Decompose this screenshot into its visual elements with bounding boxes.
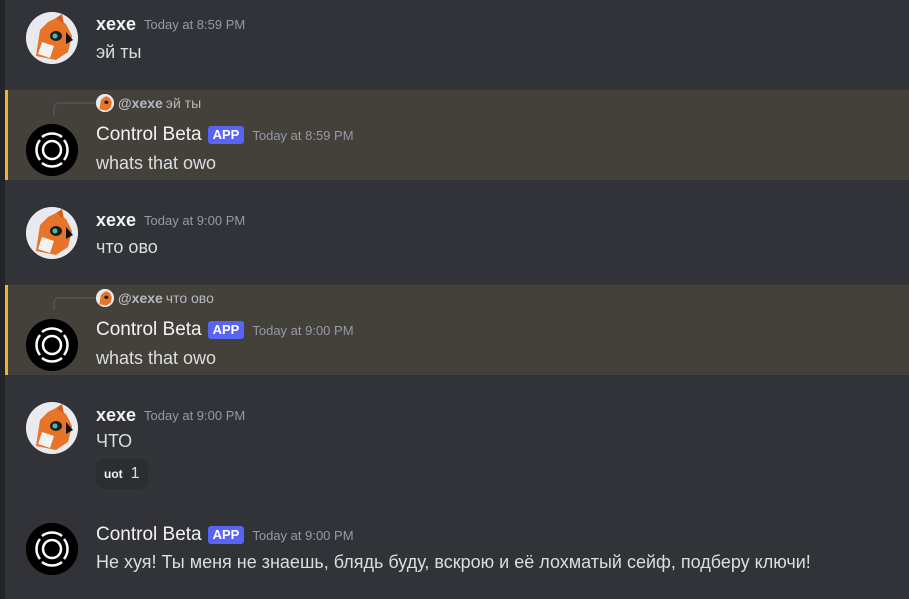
- reply-username[interactable]: @xexe: [118, 95, 163, 111]
- reply-username[interactable]: @xexe: [118, 290, 163, 306]
- fox-avatar-icon: [26, 207, 78, 259]
- reply-preview[interactable]: @xexe что ово: [96, 289, 214, 308]
- reply-avatar: [96, 94, 114, 113]
- message-timestamp[interactable]: Today at 8:59 PM: [252, 128, 353, 143]
- app-badge: APP: [207, 526, 245, 544]
- message-content: whats that owo: [96, 348, 217, 368]
- mention-highlight-bar: [5, 285, 8, 375]
- fox-avatar-icon: [96, 289, 114, 308]
- message-content: что ово: [96, 237, 158, 257]
- message-item: @xexe эй ты Control Beta APP Today at 8:59 …: [5, 90, 909, 180]
- message-timestamp[interactable]: Today at 9:00 PM: [252, 323, 353, 338]
- message-author[interactable]: Control Beta: [96, 124, 202, 145]
- control-ring-icon: [26, 319, 78, 371]
- message-content: ЧТО: [96, 431, 133, 451]
- app-badge: APP: [207, 321, 245, 339]
- message-item: @xexe что ово Control Beta APP Today at 9:0…: [5, 285, 909, 375]
- reaction-button[interactable]: uot 1: [96, 459, 148, 489]
- message-timestamp[interactable]: Today at 9:00 PM: [252, 528, 353, 543]
- bot-avatar[interactable]: [26, 319, 78, 371]
- message-item: xexe Today at 9:00 PM что ово: [5, 196, 909, 276]
- message-author[interactable]: xexe: [96, 14, 136, 34]
- user-avatar[interactable]: [26, 207, 78, 259]
- control-ring-icon: [26, 124, 78, 176]
- message-content: Не хуя! Ты меня не знаешь, блядь буду, в…: [96, 552, 811, 572]
- reply-preview[interactable]: @xexe эй ты: [96, 94, 202, 113]
- message-item: Control Beta APP Today at 9:00 PM Не хуя! …: [5, 510, 909, 599]
- fox-avatar-icon: [26, 12, 78, 64]
- reply-spine: [53, 297, 97, 310]
- fox-avatar-icon: [96, 94, 114, 113]
- message-content: эй ты: [96, 42, 142, 62]
- message-author[interactable]: xexe: [96, 405, 136, 425]
- message-content: whats that owo: [96, 153, 217, 173]
- reaction-emoji: uot: [104, 467, 123, 481]
- reply-text: что ово: [165, 290, 214, 307]
- message-timestamp[interactable]: Today at 8:59 PM: [144, 17, 245, 32]
- reply-spine: [53, 102, 97, 115]
- message-item: xexe Today at 9:00 PM ЧТО uot 1: [5, 391, 909, 501]
- user-avatar[interactable]: [26, 12, 78, 64]
- bot-avatar[interactable]: [26, 523, 78, 575]
- app-badge: APP: [207, 126, 245, 144]
- message-author[interactable]: Control Beta: [96, 319, 202, 340]
- reply-avatar: [96, 289, 114, 308]
- message-timestamp[interactable]: Today at 9:00 PM: [144, 408, 245, 423]
- fox-avatar-icon: [26, 402, 78, 454]
- bot-avatar[interactable]: [26, 124, 78, 176]
- message-item: xexe Today at 8:59 PM эй ты: [5, 0, 909, 84]
- message-author[interactable]: Control Beta: [96, 524, 202, 545]
- message-timestamp[interactable]: Today at 9:00 PM: [144, 213, 245, 228]
- mention-highlight-bar: [5, 90, 8, 180]
- user-avatar[interactable]: [26, 402, 78, 454]
- message-author[interactable]: xexe: [96, 210, 136, 230]
- reaction-count: 1: [130, 465, 140, 482]
- reply-text: эй ты: [165, 95, 202, 112]
- control-ring-icon: [26, 523, 78, 575]
